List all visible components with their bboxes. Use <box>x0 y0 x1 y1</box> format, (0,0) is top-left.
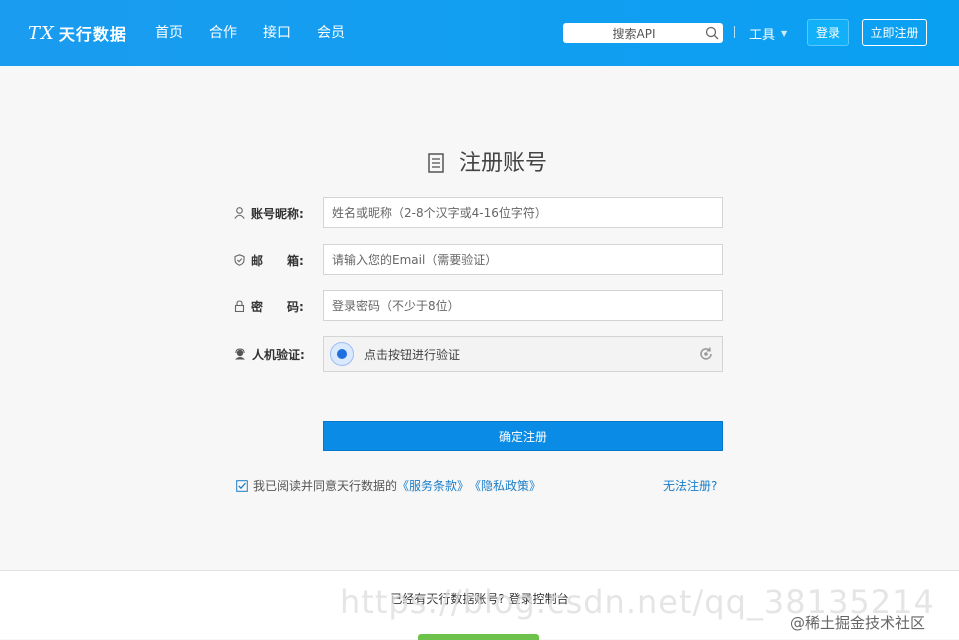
nickname-label: 账号昵称: <box>251 206 304 221</box>
nickname-label-wrap: 账号昵称: <box>234 197 316 229</box>
submit-register-button[interactable]: 确定注册 <box>323 421 723 451</box>
password-label-wrap: 密 码: <box>234 290 316 322</box>
email-input[interactable] <box>323 244 723 275</box>
email-label-wrap: 邮 箱: <box>234 244 316 276</box>
register-now-button[interactable]: 立即注册 <box>862 19 927 46</box>
page-title-text: 注册账号 <box>458 151 547 176</box>
checkbox-checked-icon[interactable] <box>236 479 248 492</box>
password-label: 密 码: <box>251 299 304 314</box>
main-nav: 首页 合作 接口 会员 <box>155 22 345 42</box>
privacy-link[interactable]: 《隐私政策》 <box>469 477 541 494</box>
headset-user-icon <box>235 348 245 360</box>
chevron-down-icon: ▼ <box>781 29 788 38</box>
captcha-label-wrap: 人机验证: <box>234 336 316 372</box>
search-icon[interactable] <box>705 26 719 40</box>
nav-item-home[interactable]: 首页 <box>155 22 183 42</box>
tools-label: 工具 <box>749 28 776 43</box>
captcha-label: 人机验证: <box>252 347 305 362</box>
nav-item-cooperation[interactable]: 合作 <box>209 22 237 42</box>
user-icon <box>234 207 245 219</box>
logo-mark: TX <box>28 22 55 44</box>
watermark-community: @稀土掘金技术社区 <box>790 614 926 632</box>
nickname-input[interactable] <box>323 197 723 228</box>
agreement-text: 我已阅读并同意天行数据的 <box>253 479 398 493</box>
logo[interactable]: TX 天行数据 <box>28 20 127 46</box>
logo-text: 天行数据 <box>58 25 127 44</box>
tools-menu[interactable]: 工具 ▼ <box>749 24 787 43</box>
nav-item-membership[interactable]: 会员 <box>317 22 345 42</box>
agreement-row: 我已阅读并同意天行数据的 《服务条款》 《隐私政策》 <box>236 477 541 494</box>
email-label: 邮 箱: <box>251 253 304 268</box>
captcha-text: 点击按钮进行验证 <box>364 347 461 362</box>
search-input[interactable] <box>563 24 699 44</box>
captcha-button-icon[interactable] <box>330 342 354 366</box>
login-button[interactable]: 登录 <box>807 19 849 46</box>
search-box <box>563 23 723 44</box>
footer-green-button[interactable] <box>418 634 539 640</box>
captcha-widget[interactable]: 点击按钮进行验证 <box>323 336 723 372</box>
document-icon <box>428 153 444 173</box>
top-header: TX 天行数据 首页 合作 接口 会员 工具 ▼ 登录 立即注册 <box>0 0 959 66</box>
shield-icon <box>234 254 245 266</box>
page-title: 注册账号 <box>0 145 959 177</box>
header-divider <box>734 26 735 38</box>
refresh-icon[interactable] <box>698 346 714 362</box>
lock-icon <box>234 300 245 312</box>
password-input[interactable] <box>323 290 723 321</box>
cant-register-link[interactable]: 无法注册? <box>663 477 717 494</box>
nav-item-api[interactable]: 接口 <box>263 22 291 42</box>
terms-link[interactable]: 《服务条款》 <box>397 477 469 494</box>
